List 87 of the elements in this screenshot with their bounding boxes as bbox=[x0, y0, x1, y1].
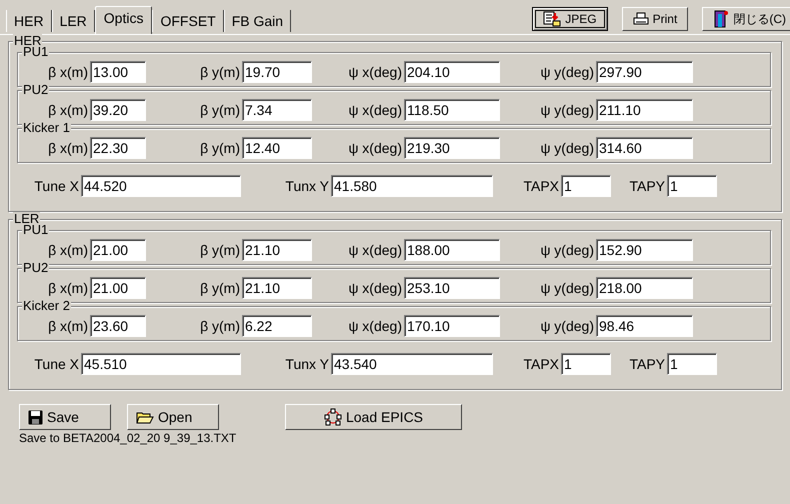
input-field[interactable]: 21.10 bbox=[242, 277, 312, 299]
input-field[interactable]: 297.90 bbox=[596, 61, 693, 83]
save-button[interactable]: Save bbox=[19, 404, 111, 430]
close-button[interactable]: 閉じる(C) bbox=[702, 7, 790, 31]
tab[interactable]: LER bbox=[52, 10, 95, 32]
field-label: β y(m) bbox=[199, 64, 241, 80]
field-label: ψ y(deg) bbox=[539, 140, 595, 156]
input-field[interactable]: 170.10 bbox=[404, 315, 500, 337]
field-label: ψ x(deg) bbox=[347, 140, 403, 156]
input-field[interactable]: 44.520 bbox=[81, 175, 241, 197]
input-field[interactable]: 1 bbox=[667, 353, 717, 375]
field-label: ψ x(deg) bbox=[347, 102, 403, 118]
field-label: TAPY bbox=[628, 356, 666, 372]
field-label: ψ x(deg) bbox=[347, 64, 403, 80]
input-field[interactable]: 188.00 bbox=[404, 239, 500, 261]
jpeg-button[interactable]: JPEG bbox=[532, 7, 608, 31]
status-text: Save to BETA2004_02_20 9_39_13.TXT bbox=[18, 430, 238, 445]
input-field[interactable]: 118.50 bbox=[404, 99, 500, 121]
input-field[interactable]: 218.00 bbox=[596, 277, 693, 299]
field-label: β y(m) bbox=[199, 318, 241, 334]
field-label: ψ y(deg) bbox=[539, 280, 595, 296]
section-title: Kicker 2 bbox=[22, 299, 71, 313]
open-button[interactable]: Open bbox=[127, 404, 219, 430]
field-label: β y(m) bbox=[199, 280, 241, 296]
tab[interactable]: FB Gain bbox=[224, 10, 292, 32]
input-field[interactable]: 6.22 bbox=[242, 315, 312, 337]
input-field[interactable]: 41.580 bbox=[331, 175, 493, 197]
field-label: TAPX bbox=[522, 356, 560, 372]
input-field[interactable]: 23.60 bbox=[90, 315, 146, 337]
field-label: ψ x(deg) bbox=[347, 242, 403, 258]
field-label: β x(m) bbox=[47, 242, 89, 258]
input-field[interactable]: 211.10 bbox=[596, 99, 693, 121]
input-field[interactable]: 98.46 bbox=[596, 315, 693, 337]
input-field[interactable]: 21.10 bbox=[242, 239, 312, 261]
field-label: ψ y(deg) bbox=[539, 242, 595, 258]
input-field[interactable]: 1 bbox=[561, 353, 611, 375]
load-button[interactable]: Load EPICS bbox=[285, 404, 462, 430]
field-label: Tunx Y bbox=[284, 178, 330, 194]
input-field[interactable]: 253.10 bbox=[404, 277, 500, 299]
field-label: β x(m) bbox=[47, 318, 89, 334]
field-label: β x(m) bbox=[47, 140, 89, 156]
section-title: PU2 bbox=[22, 261, 50, 275]
input-field[interactable]: 21.00 bbox=[90, 239, 146, 261]
field-label: β x(m) bbox=[47, 280, 89, 296]
input-field[interactable]: 13.00 bbox=[90, 61, 146, 83]
field-label: ψ y(deg) bbox=[539, 64, 595, 80]
input-field[interactable]: 39.20 bbox=[90, 99, 146, 121]
input-field[interactable]: 1 bbox=[561, 175, 611, 197]
tab[interactable]: Optics bbox=[94, 6, 152, 34]
field-label: ψ x(deg) bbox=[347, 318, 403, 334]
field-label: β x(m) bbox=[47, 102, 89, 118]
section-title: Kicker 1 bbox=[22, 121, 71, 135]
section-title: PU1 bbox=[22, 45, 50, 59]
printer-icon bbox=[632, 12, 649, 26]
picture-export-icon bbox=[543, 11, 562, 27]
field-label: Tune X bbox=[33, 356, 80, 372]
input-field[interactable]: 152.90 bbox=[596, 239, 693, 261]
field-label: ψ y(deg) bbox=[539, 318, 595, 334]
section-title: PU2 bbox=[22, 83, 50, 97]
field-label: β y(m) bbox=[199, 102, 241, 118]
network-icon bbox=[324, 408, 342, 426]
field-label: β y(m) bbox=[199, 140, 241, 156]
field-label: Tunx Y bbox=[284, 356, 330, 372]
input-field[interactable]: 7.34 bbox=[242, 99, 312, 121]
section-title: PU1 bbox=[22, 223, 50, 237]
input-field[interactable]: 22.30 bbox=[90, 137, 146, 159]
folder-icon bbox=[136, 410, 154, 424]
input-field[interactable]: 1 bbox=[667, 175, 717, 197]
tab[interactable]: OFFSET bbox=[152, 10, 224, 32]
field-label: β y(m) bbox=[199, 242, 241, 258]
tab[interactable]: HER bbox=[6, 10, 52, 32]
door-exit-icon bbox=[713, 10, 730, 28]
input-field[interactable]: 219.30 bbox=[404, 137, 500, 159]
field-label: β x(m) bbox=[47, 64, 89, 80]
field-label: ψ y(deg) bbox=[539, 102, 595, 118]
input-field[interactable]: 19.70 bbox=[242, 61, 312, 83]
input-field[interactable]: 12.40 bbox=[242, 137, 312, 159]
field-label: Tune X bbox=[33, 178, 80, 194]
input-field[interactable]: 45.510 bbox=[81, 353, 241, 375]
input-field[interactable]: 204.10 bbox=[404, 61, 500, 83]
print-button[interactable]: Print bbox=[622, 7, 688, 31]
field-label: ψ x(deg) bbox=[347, 280, 403, 296]
field-label: TAPY bbox=[628, 178, 666, 194]
input-field[interactable]: 43.540 bbox=[331, 353, 493, 375]
input-field[interactable]: 21.00 bbox=[90, 277, 146, 299]
input-field[interactable]: 314.60 bbox=[596, 137, 693, 159]
field-label: TAPX bbox=[522, 178, 560, 194]
